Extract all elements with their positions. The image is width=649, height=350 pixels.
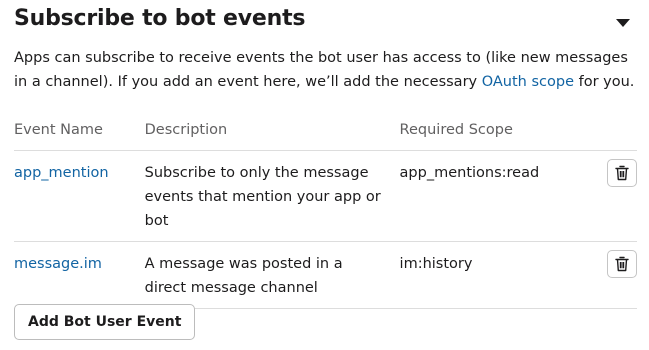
trash-icon	[615, 256, 629, 272]
delete-event-button[interactable]	[607, 159, 637, 187]
column-header-actions	[587, 110, 637, 151]
event-scope-cell: im:history	[399, 241, 588, 309]
event-name-cell: app_mention	[14, 150, 145, 242]
caret-down-icon[interactable]	[615, 17, 631, 29]
description-text-end: for you.	[574, 74, 635, 90]
table-header-row: Event Name Description Required Scope	[14, 110, 637, 151]
events-table: Event Name Description Required Scope ap…	[14, 110, 637, 309]
oauth-scope-link[interactable]: OAuth scope	[482, 74, 574, 90]
table-row: app_mention Subscribe to only the messag…	[14, 150, 637, 242]
section-title: Subscribe to bot events	[14, 6, 306, 31]
event-actions-cell	[587, 241, 637, 309]
event-name-cell: message.im	[14, 241, 145, 309]
event-name-link[interactable]: message.im	[14, 256, 102, 272]
delete-event-button[interactable]	[607, 250, 637, 278]
add-bot-user-event-button[interactable]: Add Bot User Event	[14, 304, 196, 340]
event-description-cell: A message was posted in a direct message…	[144, 241, 400, 309]
column-header-description: Description	[144, 110, 400, 151]
event-description-cell: Subscribe to only the message events tha…	[144, 150, 400, 242]
trash-icon	[615, 165, 629, 181]
column-header-event-name: Event Name	[14, 110, 145, 151]
event-actions-cell	[587, 150, 637, 242]
table-row: message.im A message was posted in a dir…	[14, 241, 637, 309]
bot-events-section: Subscribe to bot events Apps can subscri…	[0, 0, 649, 350]
event-scope-cell: app_mentions:read	[399, 150, 588, 242]
section-description: Apps can subscribe to receive events the…	[14, 46, 639, 94]
event-name-link[interactable]: app_mention	[14, 165, 109, 181]
column-header-required-scope: Required Scope	[399, 110, 588, 151]
